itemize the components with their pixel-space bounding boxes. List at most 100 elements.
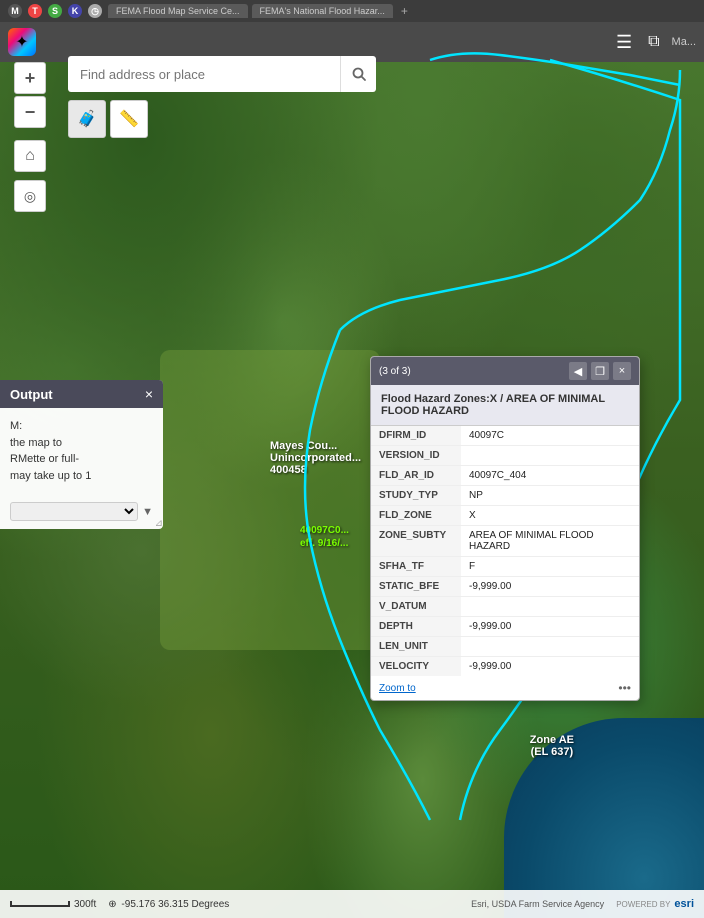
browser-icon-nav: ◷ xyxy=(88,4,102,18)
popup-val-fld-ar-id: 40097C_404 xyxy=(461,466,639,485)
county-label: Mayes Cou... Unincorporated... 400458 xyxy=(270,440,361,476)
popup-val-fld-zone: X xyxy=(461,506,639,525)
popup-key-version-id: VERSION_ID xyxy=(371,446,461,465)
map-title-label: Ma... xyxy=(672,36,696,48)
search-container xyxy=(68,56,376,92)
popup-val-study-typ: NP xyxy=(461,486,639,505)
popup-row-velocity: VELOCITY -9,999.00 xyxy=(371,657,639,676)
side-panel-body: M: the map to RMette or full- may take u… xyxy=(0,408,163,494)
popup-footer: Zoom to ••• xyxy=(371,676,639,700)
hamburger-button[interactable]: ☰ xyxy=(612,28,636,57)
popup-val-len-unit xyxy=(461,637,639,656)
tools-row: 🧳 📏 xyxy=(68,100,148,138)
ruler-tool-button[interactable]: 📏 xyxy=(110,100,148,138)
popup-zoom-to-link[interactable]: Zoom to xyxy=(379,683,416,694)
popup-key-fld-ar-id: FLD_AR_ID xyxy=(371,466,461,485)
side-panel-text-em: M: xyxy=(10,418,153,435)
popup-row-version-id: VERSION_ID xyxy=(371,446,639,466)
tab-fema-national[interactable]: FEMA's National Flood Hazar... xyxy=(252,4,393,18)
map-field xyxy=(160,350,380,650)
briefcase-tool-button[interactable]: 🧳 xyxy=(68,100,106,138)
ruler-icon: 📏 xyxy=(119,109,139,129)
popup-val-sfha-tf: F xyxy=(461,557,639,576)
zone-ae-label: Zone AE (EL 637) xyxy=(530,734,574,758)
tab-area: FEMA Flood Map Service Ce... FEMA's Nati… xyxy=(108,4,696,18)
layers-button[interactable]: ⧉ xyxy=(644,29,663,55)
popup-row-fld-zone: FLD_ZONE X xyxy=(371,506,639,526)
popup-prev-button[interactable]: ◀ xyxy=(569,362,587,380)
zoom-in-button[interactable]: + xyxy=(14,62,46,94)
popup-restore-button[interactable]: ❐ xyxy=(591,362,609,380)
side-panel-resize-handle[interactable]: ⊿ xyxy=(155,518,163,529)
browser-icon-m: M xyxy=(8,4,22,18)
popup-header: Flood Hazard Zones:X / AREA OF MINIMAL F… xyxy=(371,385,639,426)
popup-row-depth: DEPTH -9,999.00 xyxy=(371,617,639,637)
popup-more-button[interactable]: ••• xyxy=(618,681,631,695)
popup-key-fld-zone: FLD_ZONE xyxy=(371,506,461,525)
popup-row-v-datum: V_DATUM xyxy=(371,597,639,617)
popup-val-dfirm-id: 40097C xyxy=(461,426,639,445)
search-icon xyxy=(351,66,367,82)
popup-val-zone-subty: AREA OF MINIMAL FLOOD HAZARD xyxy=(461,526,639,556)
popup-key-v-datum: V_DATUM xyxy=(371,597,461,616)
popup-val-velocity: -9,999.00 xyxy=(461,657,639,676)
popup-row-static-bfe: STATIC_BFE -9,999.00 xyxy=(371,577,639,597)
briefcase-icon: 🧳 xyxy=(77,109,97,129)
side-panel: Output × M: the map to RMette or full- m… xyxy=(0,380,163,529)
popup-table: DFIRM_ID 40097C VERSION_ID FLD_AR_ID 400… xyxy=(371,426,639,676)
zoom-out-button[interactable]: − xyxy=(14,96,46,128)
coordinate-display: ⊕ -95.176 36.315 Degrees xyxy=(108,899,229,910)
locate-button[interactable]: ◎ xyxy=(14,180,46,212)
popup-titlebar: (3 of 3) ◀ ❐ × xyxy=(371,357,639,385)
tab-fema-flood[interactable]: FEMA Flood Map Service Ce... xyxy=(108,4,248,18)
popup-counter: (3 of 3) xyxy=(379,366,411,377)
popup-key-zone-subty: ZONE_SUBTY xyxy=(371,526,461,556)
flood-hazard-popup: (3 of 3) ◀ ❐ × Flood Hazard Zones:X / AR… xyxy=(370,356,640,701)
popup-row-len-unit: LEN_UNIT xyxy=(371,637,639,657)
popup-row-study-typ: STUDY_TYP NP xyxy=(371,486,639,506)
scale-text: 300ft xyxy=(74,899,96,910)
side-panel-title: Output xyxy=(10,387,53,402)
popup-val-depth: -9,999.00 xyxy=(461,617,639,636)
firm-label-2: eff. 9/16/... xyxy=(300,538,348,549)
popup-val-static-bfe: -9,999.00 xyxy=(461,577,639,596)
popup-key-sfha-tf: SFHA_TF xyxy=(371,557,461,576)
popup-close-button[interactable]: × xyxy=(613,362,631,380)
firm-label-1: 40097C0... xyxy=(300,525,349,536)
popup-key-dfirm-id: DFIRM_ID xyxy=(371,426,461,445)
esri-logo: esri xyxy=(674,898,694,910)
popup-row-fld-ar-id: FLD_AR_ID 40097C_404 xyxy=(371,466,639,486)
side-panel-hint3: may take up to 1 xyxy=(10,468,153,485)
browser-bar: M T S K ◷ FEMA Flood Map Service Ce... F… xyxy=(0,0,704,22)
bottom-bar: 300ft ⊕ -95.176 36.315 Degrees Esri, USD… xyxy=(0,890,704,918)
app-logo: ✦ xyxy=(8,28,36,56)
popup-val-version-id xyxy=(461,446,639,465)
side-panel-hint2: RMette or full- xyxy=(10,451,153,468)
tab-add-button[interactable]: + xyxy=(401,4,408,18)
esri-logo-area: POWERED BY esri xyxy=(616,898,694,910)
browser-icon-s: S xyxy=(48,4,62,18)
scale-line xyxy=(10,901,70,907)
popup-key-len-unit: LEN_UNIT xyxy=(371,637,461,656)
browser-icon-t: T xyxy=(28,4,42,18)
popup-row-zone-subty: ZONE_SUBTY AREA OF MINIMAL FLOOD HAZARD xyxy=(371,526,639,557)
side-panel-hint1: the map to xyxy=(10,435,153,452)
side-panel-close-button[interactable]: × xyxy=(145,386,153,402)
map-zoom-controls: + − ⌂ ◎ xyxy=(14,62,46,212)
popup-key-study-typ: STUDY_TYP xyxy=(371,486,461,505)
popup-row-sfha-tf: SFHA_TF F xyxy=(371,557,639,577)
search-input[interactable] xyxy=(68,56,340,92)
side-panel-select[interactable] xyxy=(10,502,138,521)
popup-val-v-datum xyxy=(461,597,639,616)
side-panel-footer: ▼ xyxy=(0,494,163,529)
popup-row-dfirm-id: DFIRM_ID 40097C xyxy=(371,426,639,446)
home-button[interactable]: ⌂ xyxy=(14,140,46,172)
side-panel-header: Output × xyxy=(0,380,163,408)
popup-key-depth: DEPTH xyxy=(371,617,461,636)
popup-key-velocity: VELOCITY xyxy=(371,657,461,676)
esri-attribution: Esri, USDA Farm Service Agency xyxy=(471,899,604,909)
popup-key-static-bfe: STATIC_BFE xyxy=(371,577,461,596)
scale-bar: 300ft xyxy=(10,899,96,910)
browser-icon-k: K xyxy=(68,4,82,18)
search-button[interactable] xyxy=(340,56,376,92)
